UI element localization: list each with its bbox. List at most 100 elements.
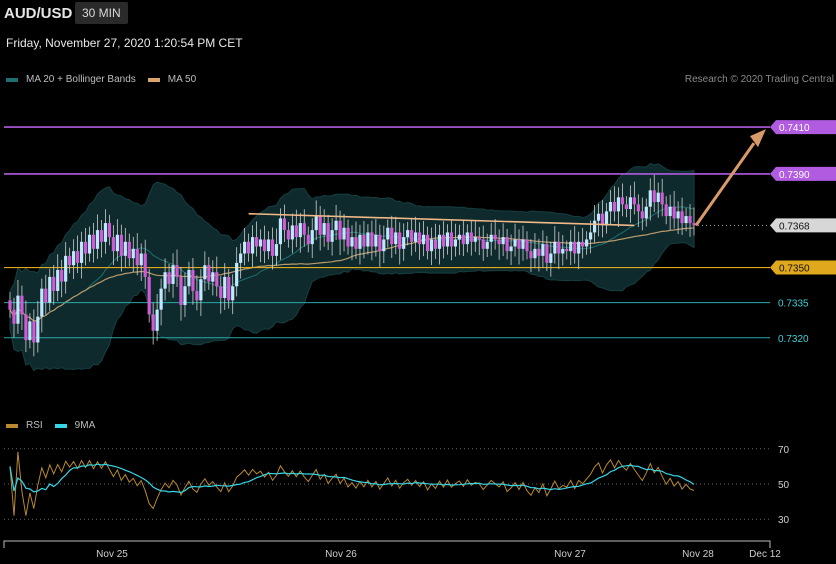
candle-body: [250, 237, 255, 254]
candle-body: [103, 223, 108, 242]
candle-body: [382, 239, 386, 252]
candle-body: [107, 223, 112, 238]
candle-body: [147, 276, 151, 315]
candle-body: [624, 204, 629, 210]
candle-body: [370, 232, 374, 247]
rsi-tick-label: 70: [778, 445, 790, 456]
candle-body: [298, 223, 302, 238]
candle-body: [310, 230, 314, 245]
candle-body: [386, 227, 390, 240]
price-chart[interactable]: 0.7410 0.7390 0.7368 0.7350 0.7335 0.7320 70 50…: [0, 0, 836, 564]
candle-body: [378, 234, 382, 252]
candle-body: [12, 309, 16, 324]
candle-body: [75, 251, 80, 263]
candle-body: [414, 232, 418, 242]
x-tick-label: Nov 28: [682, 549, 714, 560]
candle-body: [402, 237, 406, 249]
level-label: 0.7410: [779, 123, 810, 134]
candle-body: [247, 241, 251, 254]
candle-body: [549, 253, 553, 263]
candle-body: [418, 232, 422, 245]
candle-body: [465, 232, 469, 245]
candle-body: [278, 218, 283, 245]
candle-body: [20, 295, 24, 315]
candle-body: [32, 321, 36, 343]
candle-body: [155, 309, 159, 331]
x-tick-label: Nov 26: [325, 549, 357, 560]
candle-body: [64, 255, 68, 282]
candle-body: [159, 288, 163, 310]
candle-body: [219, 286, 223, 298]
candle-body: [195, 290, 199, 301]
candle-body: [239, 253, 243, 263]
candle-body: [573, 241, 577, 254]
candle-body: [227, 276, 231, 301]
candle-body: [676, 211, 680, 219]
x-axis: [3, 540, 771, 548]
candle-body: [342, 227, 346, 240]
candle-body: [119, 234, 123, 256]
candle-body: [326, 223, 330, 242]
candle-body: [207, 265, 211, 282]
candle-body: [394, 232, 398, 245]
candle-body: [429, 239, 434, 252]
candle-body: [135, 248, 139, 266]
candle-body: [358, 234, 362, 249]
candle-body: [684, 216, 688, 224]
candle-body: [362, 234, 366, 247]
candle-body: [254, 237, 259, 247]
candle-body: [581, 241, 585, 247]
candle-body: [366, 232, 370, 247]
candle-body: [585, 239, 589, 247]
candle-body: [79, 241, 84, 263]
level-label: 0.7320: [778, 334, 809, 345]
candle-body: [262, 239, 267, 252]
candle-body: [425, 234, 430, 252]
candle-body: [509, 246, 513, 252]
candle-body: [171, 265, 175, 284]
candle-body: [449, 232, 454, 247]
candle-body: [314, 216, 318, 231]
candle-body: [294, 225, 298, 238]
candle-body: [620, 197, 625, 205]
x-tick-label: Dec 12: [749, 549, 781, 560]
candle-body: [656, 192, 660, 203]
candle-body: [346, 227, 350, 247]
candle-body: [616, 197, 621, 212]
candle-body: [406, 230, 410, 238]
candle-body: [644, 206, 648, 219]
candle-body: [457, 234, 461, 240]
candle-body: [306, 234, 310, 245]
candle-body: [95, 230, 100, 249]
candle-body: [87, 234, 92, 254]
candle-body: [453, 239, 457, 247]
candle-body: [537, 248, 541, 256]
candle-body: [167, 272, 171, 284]
candle-body: [183, 286, 187, 306]
candle-body: [521, 239, 525, 249]
candle-body: [302, 223, 306, 235]
candle-body: [640, 211, 644, 219]
candle-body: [612, 202, 617, 212]
candle-body: [83, 241, 88, 254]
candle-body: [8, 300, 12, 310]
candle-body: [258, 239, 263, 247]
candle-body: [290, 225, 294, 240]
candle-body: [441, 234, 446, 247]
candle-body: [131, 248, 135, 259]
candle-body: [652, 190, 656, 203]
candle-body: [127, 241, 131, 259]
candle-body: [318, 216, 322, 235]
candle-body: [668, 206, 672, 217]
candle-body: [390, 227, 394, 245]
candle-body: [111, 237, 115, 252]
forecast-arrow-shaft: [694, 142, 756, 227]
candle-body: [596, 213, 601, 221]
candle-body: [517, 239, 521, 249]
rsi-tick-label: 30: [778, 515, 790, 526]
candle-body: [561, 248, 565, 254]
candle-body: [48, 276, 52, 303]
candle-body: [322, 223, 326, 235]
candle-body: [187, 269, 191, 287]
candle-body: [433, 239, 438, 249]
